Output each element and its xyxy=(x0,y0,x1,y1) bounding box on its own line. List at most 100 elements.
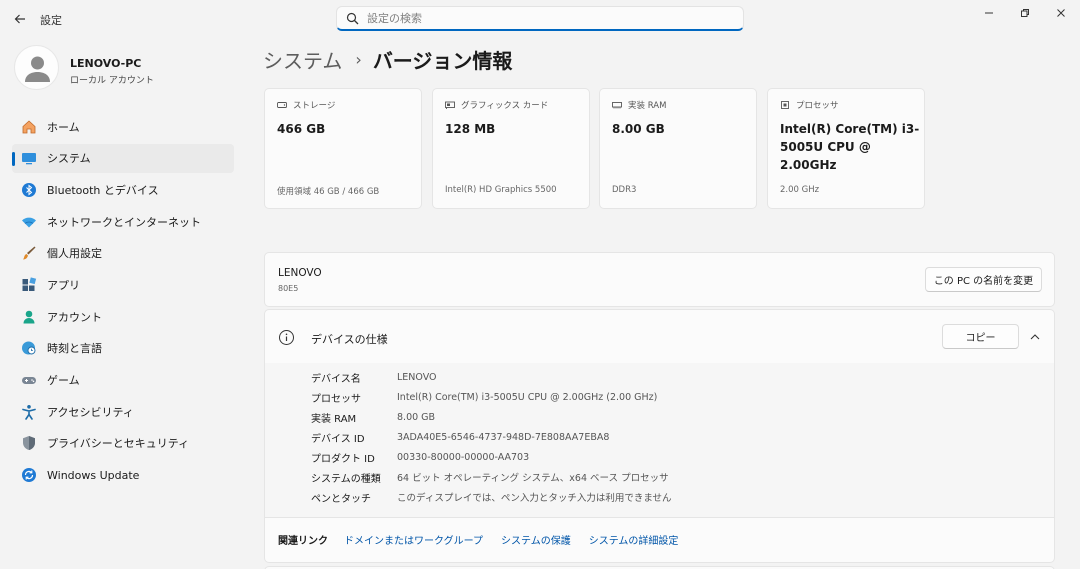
back-button[interactable] xyxy=(12,11,28,27)
brush-icon xyxy=(20,245,37,262)
spec-value: 8.00 GB xyxy=(397,411,436,423)
spec-key: ペンとタッチ xyxy=(311,493,371,505)
sidebar-item-label: システム xyxy=(47,152,91,166)
sidebar-item-label: アカウント xyxy=(47,310,102,324)
graphics-card-card[interactable]: グラフィックス カード 128 MB Intel(R) HD Graphics … xyxy=(432,88,590,209)
sidebar-item-label: アクセシビリティ xyxy=(47,405,134,419)
sidebar-item-label: プライバシーとセキュリティ xyxy=(47,437,190,451)
breadcrumb-separator: › xyxy=(355,49,362,69)
title-bar: 設定 xyxy=(0,0,1080,38)
spec-value: このディスプレイでは、ペン入力とタッチ入力は利用できません xyxy=(397,493,672,504)
breadcrumb-parent[interactable]: システム xyxy=(263,45,342,74)
card-header: グラフィックス カード xyxy=(445,99,548,111)
spec-row: ペンとタッチ このディスプレイでは、ペン入力とタッチ入力は利用できません xyxy=(311,487,672,507)
ram-card[interactable]: 実装 RAM 8.00 GB DDR3 xyxy=(599,88,757,209)
related-links-title: 関連リンク xyxy=(278,536,328,547)
search-box[interactable] xyxy=(336,6,744,31)
sidebar-item-label: 時刻と言語 xyxy=(47,342,102,356)
spec-row: プロセッサ Intel(R) Core(TM) i3-5005U CPU @ 2… xyxy=(311,387,657,407)
processor-card[interactable]: プロセッサ Intel(R) Core(TM) i3-5005U CPU @ 2… xyxy=(767,88,925,209)
card-title: グラフィックス カード xyxy=(461,101,549,111)
chevron-up-icon[interactable] xyxy=(1028,330,1042,344)
card-subtext: Intel(R) HD Graphics 5500 xyxy=(445,185,557,195)
sidebar-item-personalization[interactable]: 個人用設定 xyxy=(12,239,234,268)
account-type: ローカル アカウント xyxy=(70,76,154,86)
sidebar-item-accessibility[interactable]: アクセシビリティ xyxy=(12,397,234,426)
device-specs-header[interactable]: デバイスの仕様 コピー xyxy=(264,309,1055,364)
device-name-panel: LENOVO 80E5 この PC の名前を変更 xyxy=(264,252,1055,307)
rename-pc-button[interactable]: この PC の名前を変更 xyxy=(925,267,1042,292)
sidebar-item-privacy-security[interactable]: プライバシーとセキュリティ xyxy=(12,429,234,458)
sidebar-item-label: 個人用設定 xyxy=(47,247,102,261)
spec-key: システムの種類 xyxy=(311,473,381,485)
sidebar-item-label: ホーム xyxy=(47,120,80,134)
user-avatar-icon xyxy=(25,56,50,82)
sidebar-item-label: Windows Update xyxy=(47,468,140,482)
search-input[interactable] xyxy=(367,9,727,27)
sidebar-item-label: ゲーム xyxy=(47,374,80,387)
copy-button[interactable]: コピー xyxy=(942,324,1019,349)
spec-row: 実装 RAM 8.00 GB xyxy=(311,407,435,427)
sidebar-item-accounts[interactable]: アカウント xyxy=(12,302,234,331)
accessibility-icon xyxy=(20,403,37,420)
page-title: バージョン情報 xyxy=(372,48,513,73)
sidebar-item-windows-update[interactable]: Windows Update xyxy=(12,461,234,490)
related-links-panel: 関連リンク ドメインまたはワークグループ システムの保護 システムの詳細設定 xyxy=(264,517,1055,563)
sidebar-item-gaming[interactable]: ゲーム xyxy=(12,366,234,395)
storage-card[interactable]: ストレージ 466 GB 使用領域 46 GB / 466 GB xyxy=(264,88,422,209)
system-protection-link[interactable]: システムの保護 xyxy=(501,532,571,547)
spec-row: デバイス名 LENOVO xyxy=(311,367,437,387)
card-value: 466 GB xyxy=(277,122,326,136)
card-value: 8.00 GB xyxy=(612,122,665,136)
sidebar-item-home[interactable]: ホーム xyxy=(12,112,234,141)
spec-key: 実装 RAM xyxy=(311,413,357,425)
spec-row: システムの種類 64 ビット オペレーティング システム、x64 ベース プロセ… xyxy=(311,467,669,487)
device-model: 80E5 xyxy=(278,284,299,293)
sidebar-item-bluetooth[interactable]: Bluetooth とデバイス xyxy=(12,175,234,204)
sidebar-item-apps[interactable]: アプリ xyxy=(12,270,234,299)
spec-value: LENOVO xyxy=(397,371,437,383)
spec-key: プロセッサ xyxy=(311,393,361,405)
sidebar-nav: ホーム システム Bluetooth とデバイス ネットワークとインターネット … xyxy=(12,112,234,492)
minimize-button[interactable] xyxy=(974,4,1004,22)
spec-key: デバイス ID xyxy=(311,433,365,445)
wifi-icon xyxy=(20,213,37,230)
spec-value: Intel(R) Core(TM) i3-5005U CPU @ 2.00GHz… xyxy=(397,391,658,403)
domain-workgroup-link[interactable]: ドメインまたはワークグループ xyxy=(344,532,483,547)
close-icon xyxy=(1057,9,1065,17)
restore-icon xyxy=(1021,9,1029,17)
update-icon xyxy=(20,467,37,484)
card-header: プロセッサ xyxy=(780,99,839,111)
card-value: 128 MB xyxy=(445,122,496,136)
breadcrumb: システム › バージョン情報 xyxy=(263,45,512,73)
card-subtext: DDR3 xyxy=(612,185,637,195)
spec-row: プロダクト ID 00330-80000-00000-AA703 xyxy=(311,447,529,467)
close-button[interactable] xyxy=(1046,4,1076,22)
home-icon xyxy=(20,118,37,135)
sidebar-item-network[interactable]: ネットワークとインターネット xyxy=(12,207,234,236)
info-icon xyxy=(279,330,294,345)
card-header: 実装 RAM xyxy=(612,99,666,111)
search-icon xyxy=(346,12,359,25)
avatar xyxy=(14,45,59,90)
advanced-system-settings-link[interactable]: システムの詳細設定 xyxy=(589,532,679,547)
sidebar-item-label: ネットワークとインターネット xyxy=(47,215,201,229)
card-title: 実装 RAM xyxy=(628,101,667,111)
globe-clock-icon xyxy=(20,340,37,357)
card-header: ストレージ xyxy=(277,99,335,111)
card-title: プロセッサ xyxy=(796,101,839,111)
storage-icon xyxy=(277,102,287,108)
device-name: LENOVO xyxy=(278,267,322,279)
sidebar-item-system[interactable]: システム xyxy=(12,143,234,173)
device-specs-body: デバイス名 LENOVO プロセッサ Intel(R) Core(TM) i3-… xyxy=(264,363,1055,518)
maximize-button[interactable] xyxy=(1010,4,1040,22)
gamepad-icon xyxy=(20,372,37,389)
spec-key: プロダクト ID xyxy=(311,453,375,465)
account-icon xyxy=(20,308,37,325)
spec-row: デバイス ID 3ADA40E5-6546-4737-948D-7E808AA7… xyxy=(311,427,609,447)
processor-icon xyxy=(781,101,789,109)
related-links: 関連リンク ドメインまたはワークグループ システムの保護 システムの詳細設定 xyxy=(278,532,696,547)
sidebar-item-time-language[interactable]: 時刻と言語 xyxy=(12,334,234,363)
apps-icon xyxy=(20,276,37,293)
spec-key: デバイス名 xyxy=(311,373,361,385)
